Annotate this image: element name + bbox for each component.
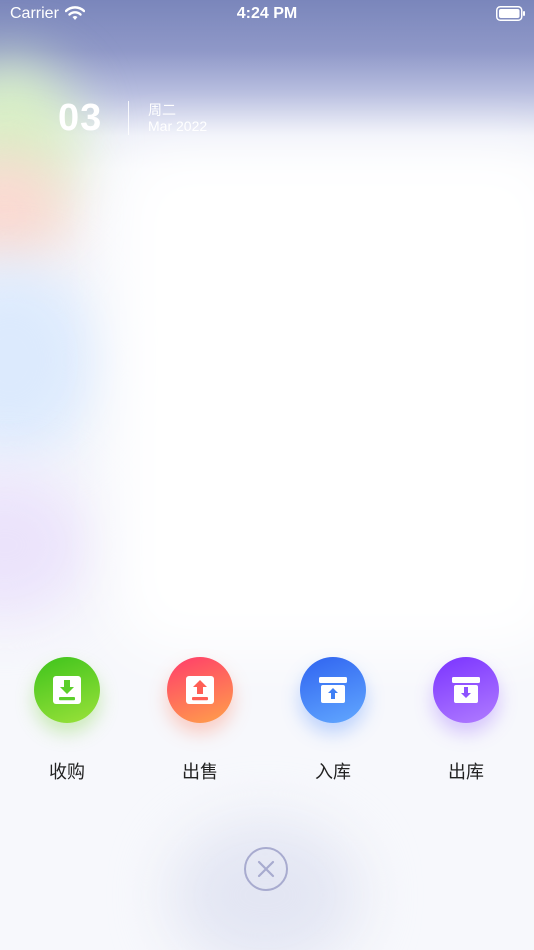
weekday-label: 周二 [148, 102, 176, 118]
inbox-up-icon [319, 677, 347, 703]
battery-icon [496, 6, 525, 21]
status-bar: Carrier 4:24 PM [0, 0, 534, 28]
close-button[interactable] [244, 847, 288, 891]
action-purchase-button[interactable]: 收购 [12, 655, 122, 785]
action-circle [34, 657, 100, 723]
date-divider [128, 101, 129, 135]
background-blob [0, 260, 100, 460]
action-circle [167, 657, 233, 723]
clock: 4:24 PM [236, 5, 298, 22]
upload-box-icon [186, 676, 214, 704]
background-glow [120, 150, 534, 650]
download-box-icon [53, 676, 81, 704]
action-circle [300, 657, 366, 723]
action-stock-in-button[interactable]: 入库 [278, 655, 388, 785]
action-circle [433, 657, 499, 723]
action-label: 入库 [315, 762, 351, 782]
inbox-down-icon [452, 677, 480, 703]
month-year-label: Mar 2022 [148, 118, 208, 134]
close-icon [257, 860, 275, 878]
action-grid: 收购 出售 入库 出库 [0, 655, 534, 785]
action-label: 收购 [49, 762, 85, 782]
action-label: 出售 [182, 762, 218, 782]
day-number: 03 [58, 97, 103, 139]
action-sell-button[interactable]: 出售 [145, 655, 255, 785]
background [0, 0, 534, 950]
action-label: 出库 [448, 762, 484, 782]
action-stock-out-button[interactable]: 出库 [411, 655, 521, 785]
background-blob [0, 470, 90, 620]
